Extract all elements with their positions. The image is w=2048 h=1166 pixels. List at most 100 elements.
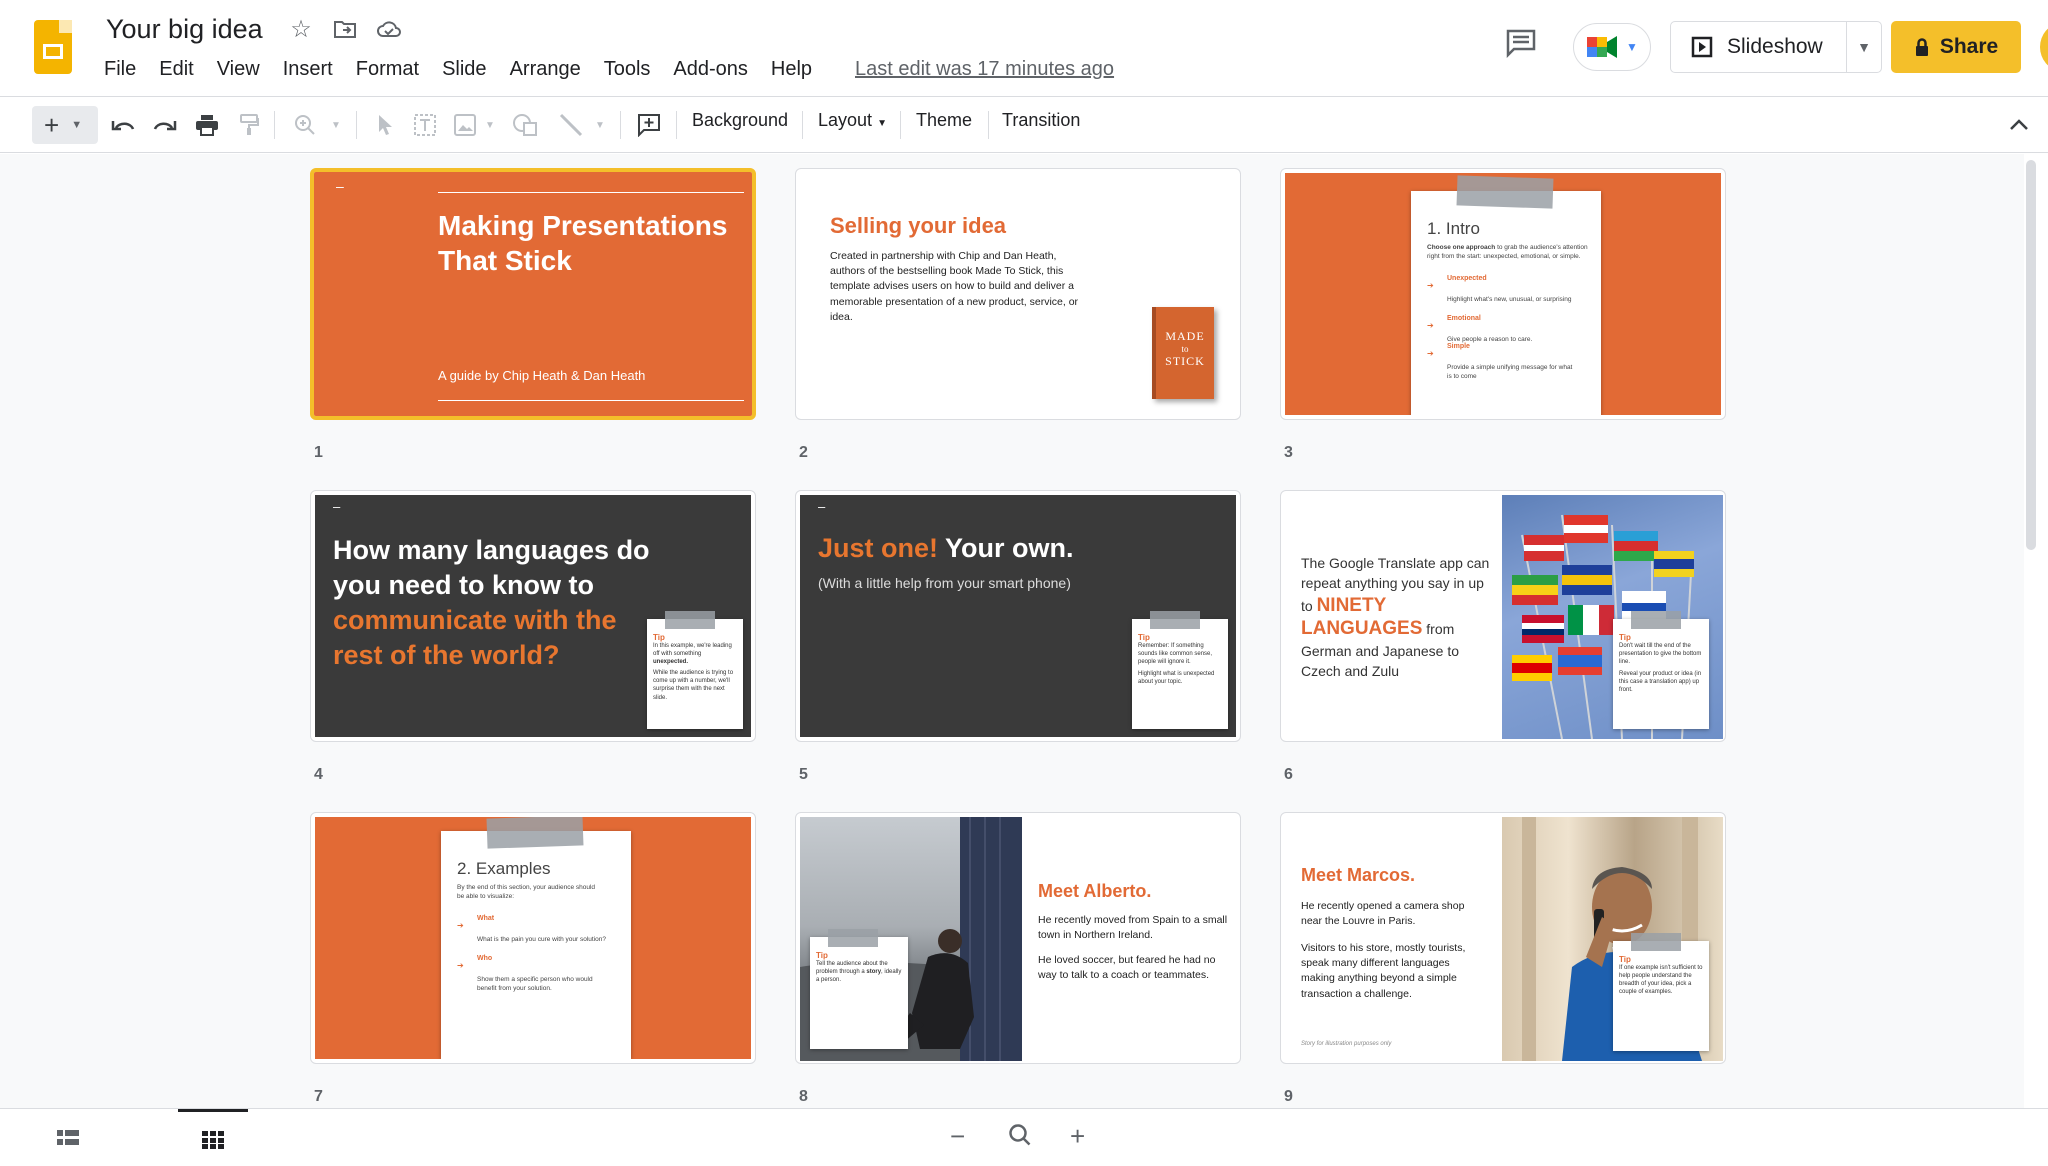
account-avatar[interactable] xyxy=(2040,24,2048,70)
arrow-icon: ➔ xyxy=(457,961,464,970)
toolbar-divider xyxy=(988,111,989,139)
theme-button[interactable]: Theme xyxy=(916,110,972,131)
print-icon[interactable] xyxy=(192,107,222,143)
share-button[interactable]: Share xyxy=(1891,21,2021,73)
slide-3-item-2: ➔ Emotional Give people a reason to care… xyxy=(1427,315,1591,345)
new-slide-button[interactable]: + ▼ xyxy=(32,106,98,144)
item-label: What xyxy=(477,915,495,922)
slide-6-tip-card: Tip Don't wait till the end of the prese… xyxy=(1613,611,1709,729)
grid-scrollbar-thumb[interactable] xyxy=(2026,160,2036,550)
arrow-icon: ➔ xyxy=(1427,321,1434,330)
meet-button[interactable]: ▼ xyxy=(1573,23,1651,71)
toolbar: + ▼ ▼ ▼ ▼ Background Layout ▼ Theme Tran… xyxy=(0,96,2048,153)
toolbar-divider xyxy=(802,111,803,139)
comment-history-icon[interactable] xyxy=(1505,28,1539,60)
item-text: What is the pain you cure with your solu… xyxy=(477,936,606,943)
slide-7-paper-card: 2. Examples By the end of this section, … xyxy=(441,817,631,1059)
redo-icon[interactable] xyxy=(150,107,180,143)
select-cursor-icon[interactable] xyxy=(370,107,400,143)
zoom-caret-icon[interactable]: ▼ xyxy=(326,107,346,143)
menu-slide[interactable]: Slide xyxy=(442,58,497,81)
slide-thumbnail-9[interactable]: Meet Marcos. He recently opened a camera… xyxy=(1280,812,1726,1064)
document-title[interactable]: Your big idea xyxy=(106,14,263,45)
slide-1-canvas: – Making Presentations That Stick A guid… xyxy=(314,172,752,416)
slide-7-title: 2. Examples xyxy=(457,859,551,878)
star-icon[interactable]: ☆ xyxy=(286,14,316,44)
zoom-in-icon[interactable]: + xyxy=(1070,1121,1085,1152)
menu-insert[interactable]: Insert xyxy=(283,58,344,81)
line-icon[interactable] xyxy=(556,107,586,143)
tip-text-1: Don't wait till the end of the presentat… xyxy=(1619,643,1702,666)
slide-7-item-1: ➔ What What is the pain you cure with yo… xyxy=(457,915,621,945)
slide-thumbnail-5[interactable]: – Just one! Your own. (With a little hel… xyxy=(795,490,1241,742)
slide-number: 7 xyxy=(314,1088,323,1105)
slide-thumbnail-7[interactable]: 2. Examples By the end of this section, … xyxy=(310,812,756,1064)
slide-5-title-orange: Just one! xyxy=(818,533,939,563)
slide-3-item-3: ➔ Simple Provide a simple unifying messa… xyxy=(1427,343,1591,382)
slide-4-canvas: – How many languages do you need to know… xyxy=(315,495,751,737)
tip-text-2: Reveal your product or idea (in this cas… xyxy=(1619,671,1702,694)
book-title-line-2: to xyxy=(1181,344,1189,354)
undo-icon[interactable] xyxy=(108,107,138,143)
slide-thumbnail-4[interactable]: – How many languages do you need to know… xyxy=(310,490,756,742)
grid-view-icon[interactable] xyxy=(178,1109,248,1166)
layout-button[interactable]: Layout ▼ xyxy=(818,110,887,131)
tip-text: Tell the audience about the problem thro… xyxy=(816,960,902,984)
line-caret-icon[interactable]: ▼ xyxy=(592,107,608,143)
tape-image xyxy=(1631,611,1681,629)
zoom-magnifier-icon[interactable] xyxy=(1008,1123,1032,1154)
slideshow-button[interactable]: Slideshow xyxy=(1671,22,1847,72)
image-icon[interactable] xyxy=(450,107,480,143)
menu-help[interactable]: Help xyxy=(771,58,823,81)
slide-thumbnail-2[interactable]: Selling your idea Created in partnership… xyxy=(795,168,1241,420)
slide-thumbnail-3[interactable]: 1. Intro Choose one approach to grab the… xyxy=(1280,168,1726,420)
text-box-icon[interactable] xyxy=(410,107,440,143)
filmstrip-view-icon[interactable] xyxy=(28,1109,108,1166)
slideshow-label: Slideshow xyxy=(1727,35,1823,58)
menu-addons[interactable]: Add-ons xyxy=(673,58,759,81)
tip-heading: Tip xyxy=(1619,955,1631,964)
zoom-out-icon[interactable]: − xyxy=(950,1121,965,1152)
tip-heading: Tip xyxy=(1619,633,1631,642)
menu-bar: File Edit View Insert Format Slide Arran… xyxy=(104,58,835,81)
slide-9-paragraph-1: He recently opened a camera shop near th… xyxy=(1301,900,1465,928)
move-folder-icon[interactable] xyxy=(330,14,360,44)
slideshow-options-caret-icon[interactable]: ▼ xyxy=(1847,39,1881,55)
transition-button[interactable]: Transition xyxy=(1002,110,1080,131)
slide-7-lead: By the end of this section, your audienc… xyxy=(457,884,596,901)
add-comment-icon[interactable] xyxy=(634,107,664,143)
tip-text-1: In this example, we're leading off with … xyxy=(653,643,732,658)
slide-8-tip-card: Tip Tell the audience about the problem … xyxy=(810,929,908,1049)
toolbar-divider xyxy=(900,111,901,139)
shape-icon[interactable] xyxy=(510,107,540,143)
slide-8-paragraph-2: He loved soccer, but feared he had no wa… xyxy=(1038,954,1216,982)
slide-number: 4 xyxy=(314,766,323,783)
slide-thumbnail-6[interactable]: The Google Translate app can repeat anyt… xyxy=(1280,490,1726,742)
cloud-status-icon[interactable] xyxy=(374,14,404,44)
paint-format-icon[interactable] xyxy=(234,107,264,143)
lock-icon xyxy=(1915,38,1928,56)
menu-tools[interactable]: Tools xyxy=(604,58,662,81)
tape-image xyxy=(486,817,584,849)
tip-text-2: Highlight what is unexpected about your … xyxy=(1138,671,1215,686)
toolbar-divider xyxy=(356,111,357,139)
menu-format[interactable]: Format xyxy=(356,58,430,81)
slide-5-dash: – xyxy=(818,499,826,514)
image-caret-icon[interactable]: ▼ xyxy=(482,107,498,143)
menu-arrange[interactable]: Arrange xyxy=(510,58,592,81)
slide-4-title: How many languages do you need to know t… xyxy=(333,533,673,673)
last-edit-link[interactable]: Last edit was 17 minutes ago xyxy=(855,58,1114,81)
slide-5-canvas: – Just one! Your own. (With a little hel… xyxy=(800,495,1236,737)
slide-thumbnail-8[interactable]: Tip Tell the audience about the problem … xyxy=(795,812,1241,1064)
new-slide-caret-icon: ▼ xyxy=(71,119,83,131)
zoom-icon[interactable] xyxy=(290,107,320,143)
background-button[interactable]: Background xyxy=(692,110,788,131)
collapse-toolbar-chevron-up-icon[interactable] xyxy=(2004,107,2034,143)
menu-file[interactable]: File xyxy=(104,58,147,81)
slide-thumbnail-1[interactable]: – Making Presentations That Stick A guid… xyxy=(310,168,756,420)
tip-text: In this example, we're leading off with … xyxy=(653,642,737,666)
slide-number: 8 xyxy=(799,1088,808,1105)
menu-view[interactable]: View xyxy=(217,58,271,81)
slides-logo-icon[interactable] xyxy=(34,20,72,74)
menu-edit[interactable]: Edit xyxy=(159,58,204,81)
